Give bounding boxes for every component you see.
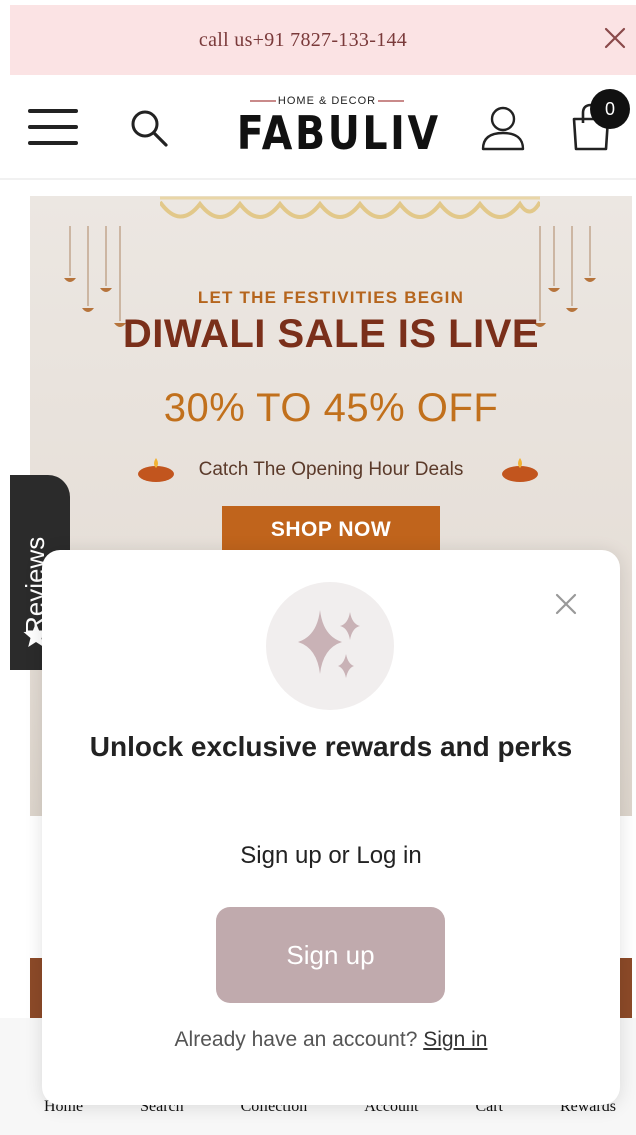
hero-title: DIWALI SALE IS LIVE	[122, 312, 540, 356]
popup-heading: Unlock exclusive rewards and perks	[89, 731, 573, 762]
close-icon[interactable]	[552, 590, 580, 618]
sign-up-button[interactable]: Sign up	[216, 907, 445, 1003]
garland-decoration	[160, 196, 540, 219]
hero-eyebrow: LET THE FESTIVITIES BEGIN	[197, 288, 465, 307]
site-logo[interactable]: HOME & DECOR FABULIV	[222, 93, 441, 163]
user-icon[interactable]	[478, 103, 528, 153]
popup-subheading: Sign up or Log in	[240, 842, 422, 869]
rewards-popup: Unlock exclusive rewards and perks Sign …	[42, 550, 620, 1105]
close-icon[interactable]	[600, 23, 630, 53]
announcement-bar: call us+91 7827-133-144	[10, 5, 636, 75]
sparkles-icon	[266, 582, 394, 710]
shop-now-button[interactable]: SHOP NOW	[222, 506, 440, 554]
search-icon[interactable]	[128, 107, 170, 149]
account-prompt: Already have an account? Sign in	[42, 1028, 620, 1052]
logo-name: FABULIV	[236, 106, 441, 160]
hero-offer: 30% TO 45% OFF	[163, 386, 499, 430]
account-prompt-text: Already have an account?	[174, 1028, 418, 1051]
cart-count-badge[interactable]: 0	[590, 89, 630, 129]
diya-icon	[502, 458, 538, 482]
hamburger-icon[interactable]	[28, 107, 80, 147]
hero-subline: Catch The Opening Hour Deals	[198, 459, 464, 480]
sign-in-link[interactable]: Sign in	[423, 1028, 487, 1051]
site-header: HOME & DECOR FABULIV 0	[0, 75, 636, 180]
announcement-text[interactable]: call us+91 7827-133-144	[10, 29, 596, 52]
